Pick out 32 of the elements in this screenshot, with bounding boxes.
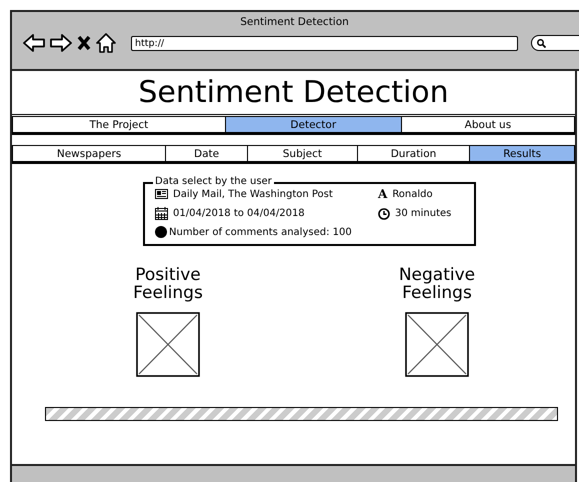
panel-legend: Data select by the user <box>153 176 274 187</box>
window-title: Sentiment Detection <box>239 16 350 28</box>
home-icon[interactable] <box>96 33 116 53</box>
image-placeholder <box>405 312 469 377</box>
page-title: Sentiment Detection <box>12 71 575 115</box>
image-placeholder <box>136 312 200 377</box>
bullet-icon <box>155 226 167 238</box>
close-icon[interactable] <box>77 35 91 51</box>
tab[interactable]: Subject <box>247 145 357 162</box>
tab[interactable]: Newspapers <box>12 145 166 162</box>
feeling-title: Negative Feelings <box>398 266 476 302</box>
back-arrow-icon[interactable] <box>23 34 45 52</box>
feeling-title: Positive Feelings <box>132 266 204 302</box>
tab[interactable]: Duration <box>356 145 470 162</box>
tab[interactable]: Results <box>469 145 576 162</box>
selection-text: Ronaldo <box>392 188 433 200</box>
tab[interactable]: Detector <box>224 116 401 133</box>
clock-icon <box>378 208 390 220</box>
tab[interactable]: Date <box>165 145 248 162</box>
address-field[interactable]: http:// <box>131 36 518 50</box>
tab[interactable]: The Project <box>12 116 225 133</box>
calendar-icon <box>155 207 168 220</box>
selection-text: Number of comments analysed: 100 <box>169 226 352 238</box>
selection-text: 01/04/2018 to 04/04/2018 <box>173 208 305 219</box>
selection-text: Daily Mail, The Washington Post <box>173 188 333 200</box>
newspaper-icon <box>155 189 168 199</box>
tab[interactable]: About us <box>400 116 576 133</box>
search-icon <box>537 38 546 48</box>
font-icon: A <box>378 187 388 201</box>
selection-text: 30 minutes <box>395 208 452 219</box>
forward-arrow-icon[interactable] <box>50 34 72 52</box>
search-field[interactable] <box>531 35 579 51</box>
